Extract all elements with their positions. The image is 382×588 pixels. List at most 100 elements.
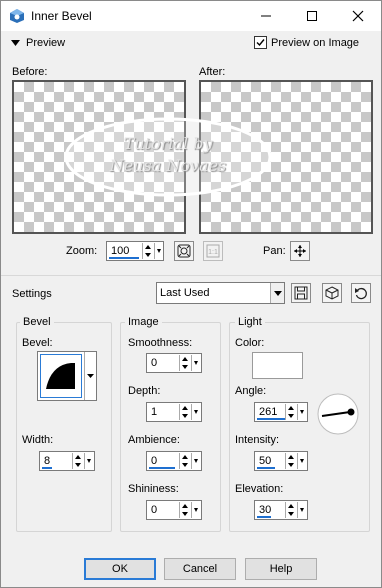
randomize-button[interactable] [322, 283, 342, 303]
dice-icon [325, 286, 339, 300]
angle-dial-icon [317, 393, 359, 435]
collapse-triangle-icon [11, 40, 20, 46]
angle-spinner[interactable] [285, 404, 296, 420]
title-bar[interactable]: Inner Bevel [1, 1, 381, 31]
zoom-label: Zoom: [66, 245, 98, 257]
preview-on-image-option[interactable]: Preview on Image [254, 36, 359, 49]
smoothness-input[interactable]: 0 [146, 353, 202, 373]
width-slider-button[interactable] [84, 453, 93, 469]
elevation-value: 30 [259, 504, 272, 516]
intensity-underline [257, 467, 275, 469]
intensity-input[interactable]: 50 [254, 451, 308, 471]
zoom-underline [109, 257, 139, 259]
width-underline [42, 467, 52, 469]
elevation-input[interactable]: 30 [254, 500, 308, 520]
pan-button[interactable] [290, 241, 310, 261]
zoom-fit-icon [177, 244, 191, 258]
light-color-swatch[interactable] [252, 352, 303, 379]
ambience-value: 0 [151, 455, 158, 467]
elevation-underline [257, 516, 271, 518]
smoothness-label: Smoothness: [128, 337, 193, 349]
inner-bevel-dialog: Inner Bevel Preview Preview on Image Bef… [0, 0, 382, 588]
shininess-spinner[interactable] [179, 502, 190, 518]
reset-button[interactable] [351, 283, 371, 303]
depth-spinner[interactable] [179, 404, 190, 420]
shininess-slider-button[interactable] [191, 502, 200, 518]
bevel-shape-swatch [40, 354, 82, 398]
watermark: Tutorial by Neusa Novaes [63, 116, 273, 198]
maximize-button[interactable] [289, 1, 335, 31]
angle-dial[interactable] [316, 393, 360, 435]
preset-value: Last Used [160, 287, 210, 299]
zoom-dropdown[interactable] [154, 243, 163, 259]
save-icon [294, 286, 308, 300]
minimize-button[interactable] [243, 1, 289, 31]
maximize-icon [307, 11, 317, 21]
depth-slider-button[interactable] [191, 404, 200, 420]
angle-input[interactable]: 261 [254, 402, 308, 422]
watermark-line1: Tutorial by [123, 134, 213, 153]
preset-select[interactable]: Last Used [156, 282, 285, 304]
bevel-shape-dropdown[interactable] [84, 352, 96, 400]
zoom-input[interactable]: 100 [106, 241, 164, 261]
close-icon [352, 10, 364, 22]
bevel-group-title: Bevel [20, 316, 54, 328]
width-value: 8 [44, 455, 51, 467]
ambience-slider-button[interactable] [191, 453, 200, 469]
zoom-fit-button[interactable] [174, 241, 194, 261]
image-group-title: Image [125, 316, 162, 328]
elevation-spinner[interactable] [285, 502, 296, 518]
intensity-value: 50 [259, 455, 272, 467]
shininess-label: Shininess: [128, 483, 179, 495]
after-label: After: [199, 66, 226, 78]
bevel-shape-icon [46, 363, 75, 389]
zoom-spinner[interactable] [142, 243, 153, 259]
elevation-label: Elevation: [235, 483, 284, 495]
settings-label: Settings [12, 288, 52, 300]
smoothness-value: 0 [151, 357, 158, 369]
angle-underline [257, 418, 285, 420]
reset-icon [355, 287, 367, 300]
preview-toggle-label: Preview [26, 37, 66, 49]
pan-label: Pan: [263, 245, 286, 257]
window-title: Inner Bevel [31, 9, 92, 23]
ambience-input[interactable]: 0 [146, 451, 202, 471]
zoom-value: 100 [111, 245, 130, 257]
close-button[interactable] [335, 1, 381, 31]
intensity-spinner[interactable] [285, 453, 296, 469]
depth-value: 1 [151, 406, 158, 418]
elevation-slider-button[interactable] [297, 502, 306, 518]
cancel-button[interactable]: Cancel [164, 558, 236, 580]
bevel-label: Bevel: [22, 337, 53, 349]
shininess-value: 0 [151, 504, 158, 516]
chevron-down-icon [273, 290, 282, 296]
preview-toggle[interactable]: Preview [11, 37, 65, 49]
intensity-slider-button[interactable] [297, 453, 306, 469]
depth-label: Depth: [128, 385, 161, 397]
ok-button[interactable]: OK [84, 558, 156, 580]
help-button[interactable]: Help [245, 558, 317, 580]
preset-dropdown-button[interactable] [270, 283, 284, 303]
angle-value: 261 [259, 406, 278, 418]
width-input[interactable]: 8 [39, 451, 95, 471]
preview-on-image-checkbox[interactable] [254, 36, 267, 49]
save-preset-button[interactable] [291, 283, 311, 303]
before-label: Before: [12, 66, 48, 78]
width-spinner[interactable] [72, 453, 83, 469]
pan-move-icon [294, 245, 306, 257]
chevron-down-icon [87, 374, 94, 378]
zoom-actual-size-button[interactable]: 1:1 [203, 241, 223, 261]
actual-size-icon: 1:1 [206, 244, 220, 258]
width-label: Width: [22, 434, 54, 446]
shininess-input[interactable]: 0 [146, 500, 202, 520]
color-label: Color: [235, 337, 265, 349]
svg-text:1:1: 1:1 [208, 249, 218, 256]
checkmark-icon [256, 39, 265, 47]
smoothness-slider-button[interactable] [191, 355, 200, 371]
smoothness-spinner[interactable] [179, 355, 190, 371]
bevel-shape-picker[interactable] [37, 351, 97, 401]
app-icon [9, 8, 25, 24]
ambience-spinner[interactable] [179, 453, 190, 469]
depth-input[interactable]: 1 [146, 402, 202, 422]
angle-slider-button[interactable] [297, 404, 306, 420]
